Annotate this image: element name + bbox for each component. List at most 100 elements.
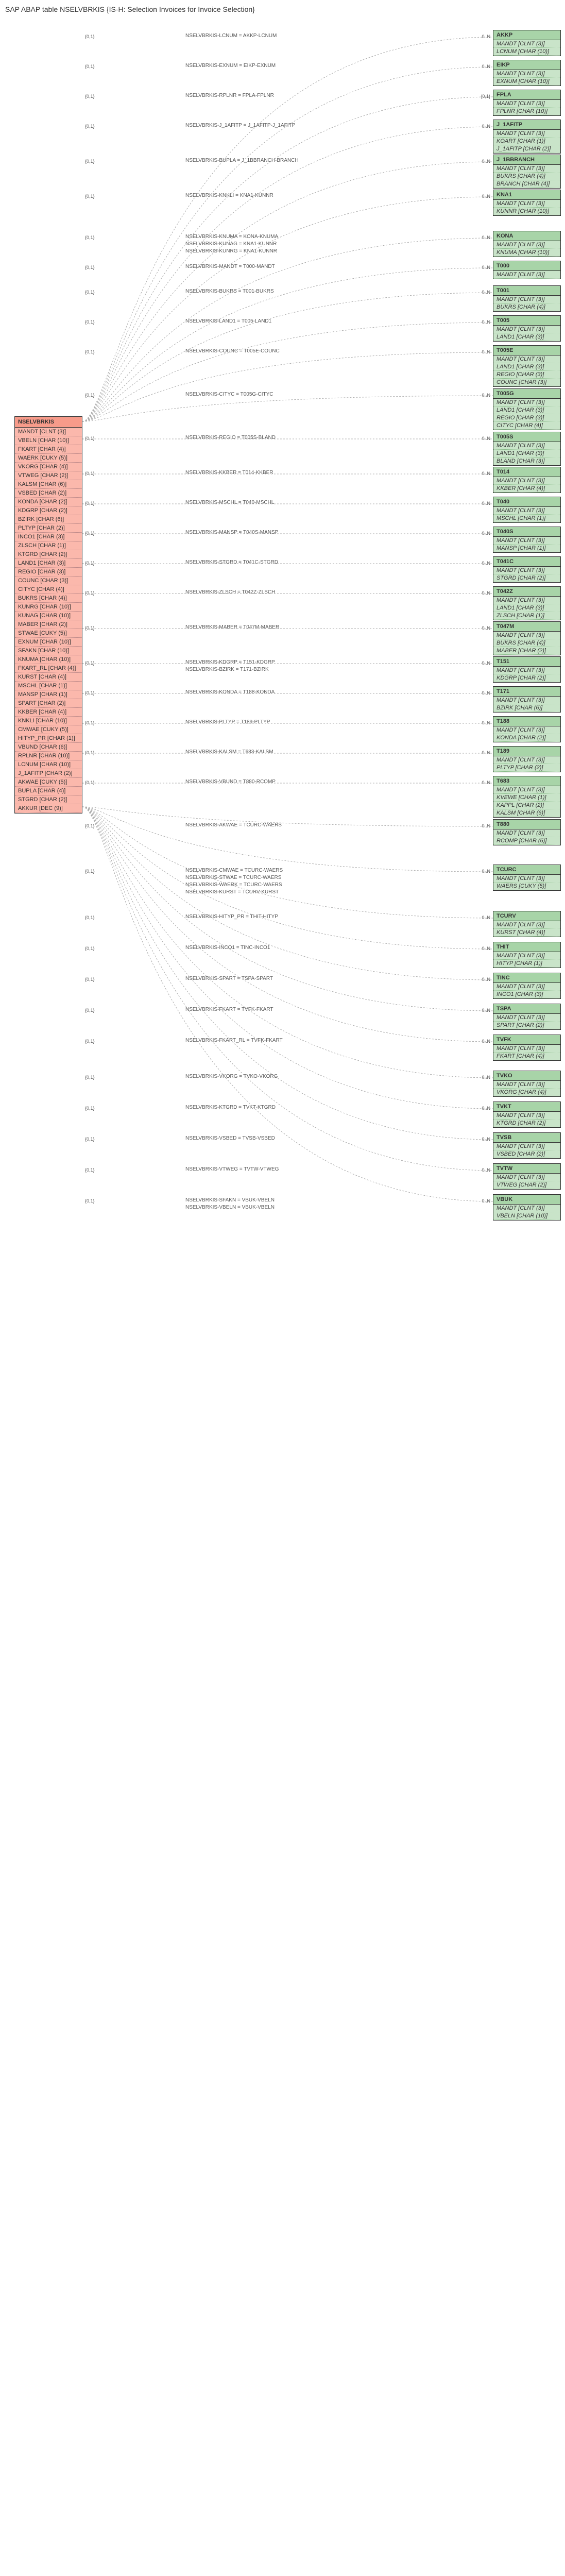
ref-entity: TVKOMANDT [CLNT (3)]VKORG [CHAR (4)]	[493, 1071, 561, 1097]
main-field: KUNRG [CHAR (10)]	[15, 603, 82, 612]
main-field: KUNAG [CHAR (10)]	[15, 612, 82, 620]
cardinality-left: {0,1}	[85, 1075, 95, 1080]
ref-field: MANDT [CLNT (3)]	[493, 326, 560, 333]
ref-entity-header: T040S	[493, 527, 560, 537]
relation-label: NSELVBRKIS-J_1AFITP = J_1AFITP-J_1AFITP	[185, 123, 295, 128]
ref-field: LAND1 [CHAR (3)]	[493, 450, 560, 457]
ref-entity-header: TVSB	[493, 1133, 560, 1143]
main-field: INCO1 [CHAR (3)]	[15, 533, 82, 541]
cardinality-right: 0..N	[482, 1137, 490, 1142]
ref-field: MANDT [CLNT (3)]	[493, 40, 560, 48]
ref-field: MANDT [CLNT (3)]	[493, 567, 560, 574]
relation-label: NSELVBRKIS-BUKRS = T001-BUKRS	[185, 289, 274, 294]
ref-field: FKART [CHAR (4)]	[493, 1053, 560, 1060]
cardinality-left: {0,1}	[85, 235, 95, 240]
ref-field: VBELN [CHAR (10)]	[493, 1212, 560, 1220]
ref-field: WAERS [CUKY (5)]	[493, 883, 560, 890]
ref-entity-header: T171	[493, 687, 560, 697]
main-field: PLTYP [CHAR (2)]	[15, 524, 82, 533]
ref-entity-header: J_1BBRANCH	[493, 155, 560, 165]
ref-field: INCO1 [CHAR (3)]	[493, 991, 560, 998]
cardinality-left: {0,1}	[85, 946, 95, 951]
cardinality-right: 0..N	[482, 194, 490, 199]
ref-entity-header: T047M	[493, 622, 560, 632]
ref-entity: T041CMANDT [CLNT (3)]STGRD [CHAR (2)]	[493, 556, 561, 583]
ref-entity-header: TVFK	[493, 1035, 560, 1045]
ref-field: VSBED [CHAR (2)]	[493, 1150, 560, 1158]
ref-entity-header: AKKP	[493, 30, 560, 40]
main-field: AKKUR [DEC (9)]	[15, 804, 82, 813]
relation-label: NSELVBRKIS-REGIO = T005S-BLAND	[185, 435, 276, 440]
cardinality-right: 0..N	[482, 471, 490, 476]
ref-field: RCOMP [CHAR (6)]	[493, 837, 560, 845]
relation-label: NSELVBRKIS-KKBER = T014-KKBER	[185, 470, 273, 476]
ref-entity-header: TSPA	[493, 1004, 560, 1014]
ref-entity-header: THIT	[493, 942, 560, 952]
ref-entity: T005MANDT [CLNT (3)]LAND1 [CHAR (3)]	[493, 315, 561, 342]
relation-label: NSELVBRKIS-KURST = TCURV-KURST	[185, 889, 279, 895]
cardinality-left: {0,1}	[85, 590, 95, 596]
ref-field: MANDT [CLNT (3)]	[493, 296, 560, 303]
main-field: SPART [CHAR (2)]	[15, 699, 82, 708]
ref-field: KURST [CHAR (4)]	[493, 929, 560, 937]
relation-label: NSELVBRKIS-VSBED = TVSB-VSBED	[185, 1136, 275, 1141]
ref-field: MANDT [CLNT (3)]	[493, 165, 560, 173]
ref-field: PLTYP [CHAR (2)]	[493, 764, 560, 772]
ref-entity: T188MANDT [CLNT (3)]KONDA [CHAR (2)]	[493, 716, 561, 742]
ref-field: MANDT [CLNT (3)]	[493, 1112, 560, 1120]
ref-entity: THITMANDT [CLNT (3)]HITYP [CHAR (1)]	[493, 942, 561, 968]
cardinality-right: 0..N	[482, 1008, 490, 1013]
ref-entity-header: TVTW	[493, 1164, 560, 1174]
ref-entity-header: TINC	[493, 973, 560, 983]
main-field: VTWEG [CHAR (2)]	[15, 471, 82, 480]
cardinality-left: {0,1}	[85, 194, 95, 199]
relation-label: NSELVBRKIS-FKART = TVFK-FKART	[185, 1007, 273, 1012]
cardinality-left: {0,1}	[85, 625, 95, 631]
ref-field: MANSP [CHAR (1)]	[493, 545, 560, 552]
relation-label: NSELVBRKIS-COUNC = T005E-COUNC	[185, 348, 280, 354]
cardinality-right: 0..N	[482, 690, 490, 696]
cardinality-left: {0,1}	[85, 823, 95, 828]
relation-label: NSELVBRKIS-ZLSCH = T042Z-ZLSCH	[185, 589, 275, 595]
ref-field: VTWEG [CHAR (2)]	[493, 1181, 560, 1189]
ref-field: BZIRK [CHAR (6)]	[493, 704, 560, 712]
ref-field: COUNC [CHAR (3)]	[493, 379, 560, 386]
ref-field: BUKRS [CHAR (4)]	[493, 303, 560, 311]
relation-label: NSELVBRKIS-AKWAE = TCURC-WAERS	[185, 822, 282, 828]
cardinality-right: 0..N	[482, 235, 490, 240]
ref-entity-header: KNA1	[493, 190, 560, 200]
ref-field: KOART [CHAR (1)]	[493, 138, 560, 145]
cardinality-right: 0..N	[482, 1075, 490, 1080]
ref-entity-header: VBUK	[493, 1195, 560, 1205]
cardinality-left: {0,1}	[85, 561, 95, 566]
main-field: KNKLI [CHAR (10)]	[15, 717, 82, 725]
relation-label: NSELVBRKIS-MABER = T047M-MABER	[185, 624, 279, 630]
main-field: CITYC [CHAR (4)]	[15, 585, 82, 594]
main-field: RPLNR [CHAR (10)]	[15, 752, 82, 760]
ref-field: REGIO [CHAR (3)]	[493, 414, 560, 422]
cardinality-left: {0,1}	[85, 290, 95, 295]
main-field: WAERK [CUKY (5)]	[15, 454, 82, 463]
ref-field: STGRD [CHAR (2)]	[493, 574, 560, 582]
ref-entity-header: FPLA	[493, 90, 560, 100]
ref-field: CITYC [CHAR (4)]	[493, 422, 560, 430]
ref-field: KONDA [CHAR (2)]	[493, 734, 560, 742]
ref-field: ZLSCH [CHAR (1)]	[493, 612, 560, 620]
ref-field: MANDT [CLNT (3)]	[493, 1174, 560, 1181]
cardinality-right: 0..N	[482, 780, 490, 785]
ref-entity: T001MANDT [CLNT (3)]BUKRS [CHAR (4)]	[493, 285, 561, 312]
cardinality-right: 0..N	[482, 977, 490, 982]
relation-label: NSELVBRKIS-SPART = TSPA-SPART	[185, 976, 273, 981]
cardinality-right: 0..N	[482, 64, 490, 69]
ref-field: MSCHL [CHAR (1)]	[493, 515, 560, 522]
cardinality-left: {0,1}	[85, 471, 95, 476]
ref-field: SPART [CHAR (2)]	[493, 1022, 560, 1029]
cardinality-right: 0..N	[482, 349, 490, 354]
ref-entity-header: T005E	[493, 346, 560, 355]
ref-field: KNUMA [CHAR (10)]	[493, 249, 560, 257]
relation-label: NSELVBRKIS-VBELN = VBUK-VBELN	[185, 1205, 275, 1210]
ref-field: MANDT [CLNT (3)]	[493, 1143, 560, 1150]
ref-field: MANDT [CLNT (3)]	[493, 952, 560, 960]
cardinality-left: {0,1}	[85, 159, 95, 164]
cardinality-left: {0,1}	[85, 1106, 95, 1111]
